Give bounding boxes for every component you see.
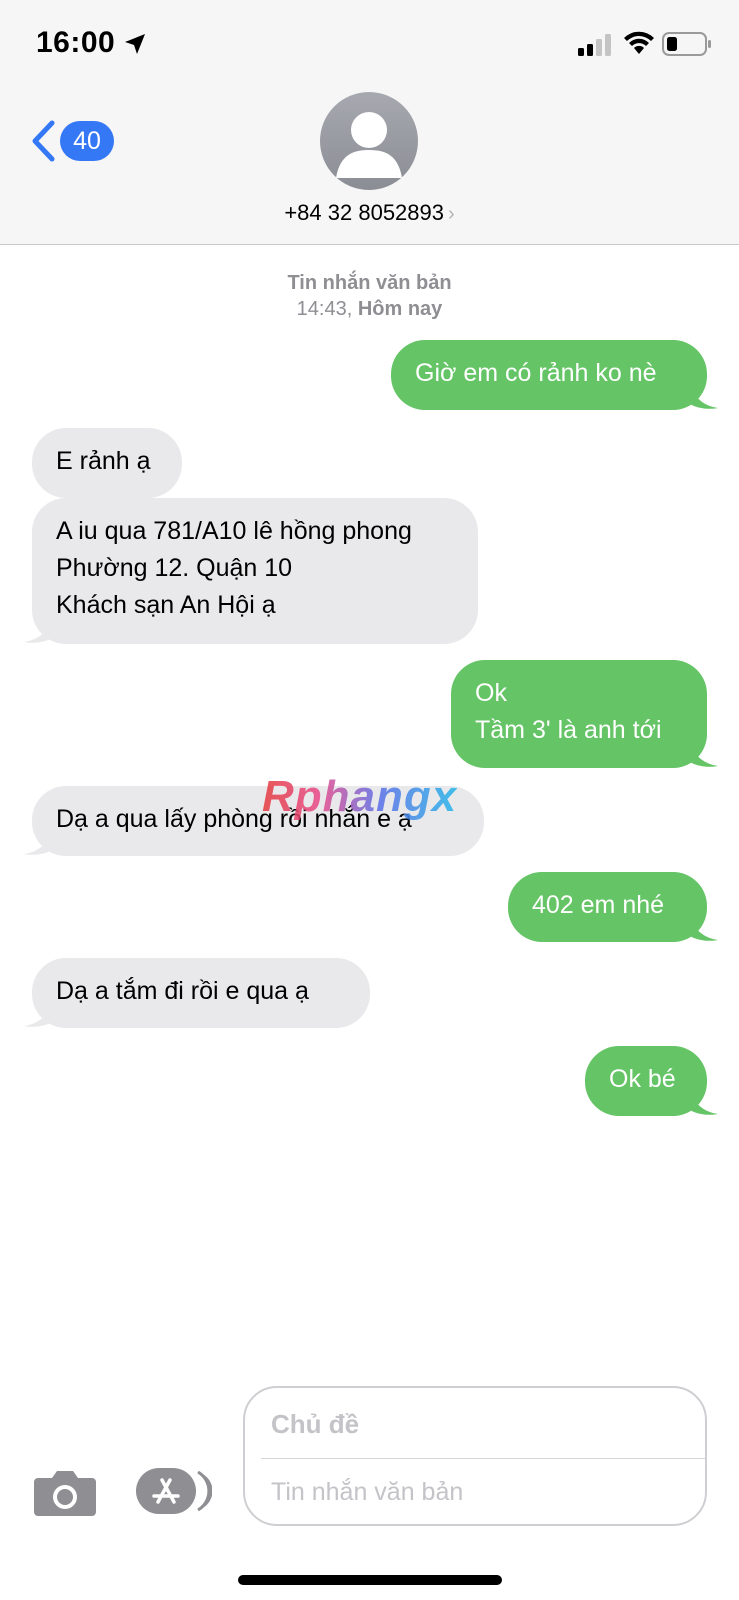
message-bubble-sent[interactable]: Ok Tầm 3' là anh tới [451, 660, 707, 768]
message-bubble-sent[interactable]: Ok bé [585, 1046, 707, 1116]
bubble-tail [690, 384, 718, 409]
contact-name[interactable]: +84 32 8052893 › [0, 200, 739, 226]
home-indicator[interactable] [238, 1575, 502, 1585]
status-time: 16:00 [36, 26, 116, 59]
signal-icon [578, 34, 611, 56]
message-composer [243, 1386, 707, 1526]
thread-timestamp: Tin nhắn văn bản 14:43, Hôm nay [0, 270, 739, 322]
person-icon [336, 112, 402, 178]
back-chevron-icon [32, 120, 55, 162]
wifi-icon [624, 31, 654, 54]
bubble-tail [690, 916, 718, 941]
message-bubble-sent[interactable]: Giờ em có rảnh ko nè [391, 340, 707, 410]
conversation-header: 16:00 40 +84 32 8052893 › [0, 0, 739, 245]
subject-field[interactable] [269, 1402, 693, 1446]
message-bubble-received[interactable]: Dạ a tắm đi rồi e qua ạ [32, 958, 370, 1028]
battery-icon [662, 32, 711, 56]
thread-kind-label: Tin nhắn văn bản [287, 272, 452, 294]
appstore-icon[interactable] [136, 1466, 212, 1516]
bubble-tail [690, 1090, 718, 1115]
unread-count-badge: 40 [60, 121, 114, 161]
watermark-logo: Rphangx [262, 772, 458, 821]
bubble-tail [24, 1002, 52, 1027]
thread-time: 14:43, [296, 298, 353, 320]
bubble-tail [24, 830, 52, 855]
composer-divider [261, 1458, 705, 1459]
avatar[interactable] [320, 92, 418, 190]
bubble-tail [24, 618, 52, 643]
bubble-tail [690, 742, 718, 767]
thread-date: Hôm nay [357, 298, 443, 320]
message-bubble-sent[interactable]: 402 em nhé [508, 872, 707, 942]
message-bubble-received[interactable]: A iu qua 781/A10 lê hồng phong Phường 12… [32, 498, 478, 644]
message-field[interactable] [269, 1470, 693, 1514]
camera-icon[interactable] [34, 1468, 96, 1516]
location-arrow-icon [125, 34, 145, 54]
message-bubble-received[interactable]: E rảnh ạ [32, 428, 182, 498]
back-button[interactable]: 40 [30, 116, 116, 166]
chevron-right-icon: › [448, 203, 455, 225]
